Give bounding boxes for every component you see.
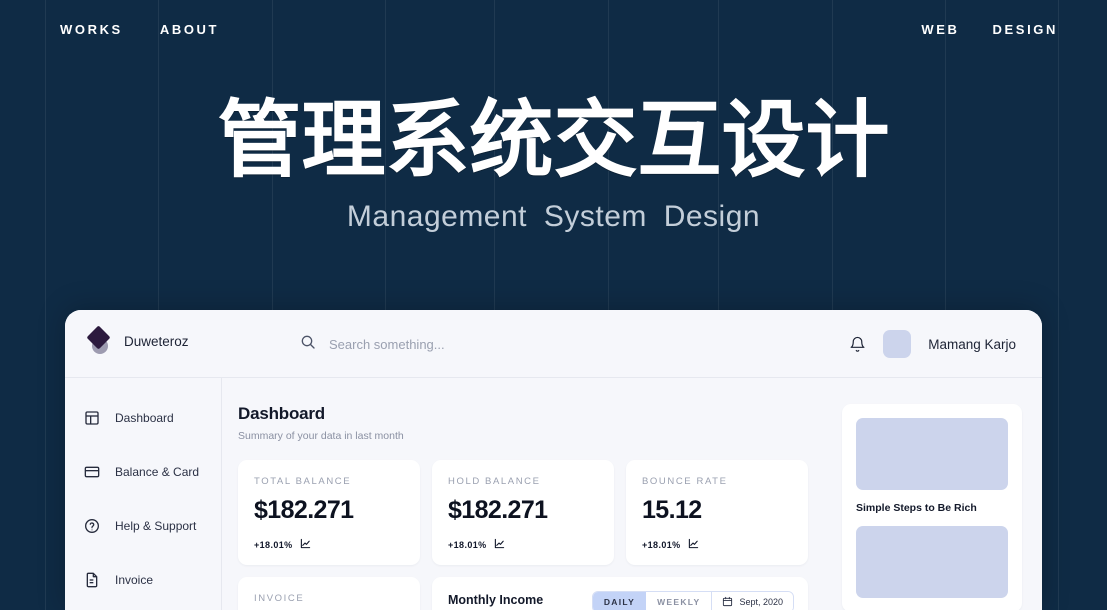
segment-daily[interactable]: DAILY (592, 592, 647, 610)
hero-subtitle-english: Management System Design (346, 200, 761, 233)
search-placeholder: Search something... (329, 337, 445, 352)
invoice-card[interactable]: INVOICE (238, 577, 420, 610)
right-rail: Simple Steps to Be Rich (842, 404, 1022, 610)
brand-name: Duweteroz (124, 333, 189, 349)
stat-label: HOLD BALANCE (448, 476, 541, 487)
article-card[interactable]: Simple Steps to Be Rich (842, 404, 1022, 610)
segment-weekly[interactable]: WEEKLY (646, 592, 712, 610)
stat-delta: +18.01% (254, 536, 420, 554)
monthly-income-card: Monthly Income DAILY WEEKLY Sept, 2020 (432, 577, 808, 610)
image-placeholder (856, 418, 1008, 490)
sidebar-item-label: Balance & Card (115, 465, 200, 479)
invoice-card-label: INVOICE (254, 593, 305, 604)
stat-value: $182.271 (254, 496, 354, 524)
header-actions: Mamang Karjo (849, 330, 1016, 358)
sidebar-item-invoice[interactable]: Invoice (65, 566, 221, 594)
stat-delta-text: +18.01% (448, 540, 487, 550)
sidebar-item-dashboard[interactable]: Dashboard (65, 404, 221, 432)
nav-right-group: WEB DESIGN (921, 0, 1107, 58)
stat-value: $182.271 (448, 496, 548, 524)
avatar[interactable] (883, 330, 912, 358)
date-picker[interactable]: Sept, 2020 (711, 592, 793, 610)
date-picker-value: Sept, 2020 (739, 597, 783, 607)
nav-item-works[interactable]: WORKS (60, 0, 123, 58)
username-label: Mamang Karjo (928, 336, 1016, 352)
stat-card-bounce-rate[interactable]: BOUNCE RATE 15.12 +18.01% (626, 460, 808, 565)
dashboard-header: Duweteroz Search something... Mamang Kar… (65, 310, 1042, 378)
bell-icon[interactable] (849, 336, 866, 353)
sidebar-item-balance-card[interactable]: Balance & Card (65, 458, 221, 486)
stat-delta: +18.01% (642, 536, 808, 554)
income-period-selector: DAILY WEEKLY Sept, 2020 (591, 591, 794, 610)
stat-label: TOTAL BALANCE (254, 476, 352, 487)
main-content: Dashboard Summary of your data in last m… (222, 378, 1042, 610)
nav-item-web[interactable]: WEB (921, 0, 959, 58)
stat-value: 15.12 (642, 496, 702, 524)
document-icon (83, 571, 101, 589)
trend-up-chart-icon (300, 536, 311, 554)
top-navigation: WORKS ABOUT WEB DESIGN (0, 0, 1107, 58)
brand-logo[interactable]: Duweteroz (86, 325, 189, 354)
sidebar-item-label: Help & Support (115, 519, 197, 533)
article-caption: Simple Steps to Be Rich (856, 502, 977, 514)
credit-card-icon (83, 463, 101, 481)
question-circle-icon (83, 517, 101, 535)
stat-delta: +18.01% (448, 536, 614, 554)
dashboard-panel: Duweteroz Search something... Mamang Kar… (65, 310, 1042, 610)
sidebar: Dashboard Balance & Card Help & Support … (65, 378, 222, 610)
trend-up-chart-icon (494, 536, 505, 554)
search-input[interactable]: Search something... (300, 334, 445, 355)
layout-dashboard-icon (83, 409, 101, 427)
nav-item-about[interactable]: ABOUT (160, 0, 219, 58)
calendar-icon (722, 596, 733, 609)
stat-delta-text: +18.01% (642, 540, 681, 550)
stat-label: BOUNCE RATE (642, 476, 728, 487)
diamond-logo-icon (86, 325, 113, 354)
monthly-income-title: Monthly Income (448, 593, 544, 607)
sidebar-item-help-support[interactable]: Help & Support (65, 512, 221, 540)
stat-delta-text: +18.01% (254, 540, 293, 550)
image-placeholder (856, 526, 1008, 598)
dashboard-body: Dashboard Balance & Card Help & Support … (65, 378, 1042, 610)
trend-up-chart-icon (688, 536, 699, 554)
sidebar-item-label: Dashboard (115, 411, 174, 425)
nav-left-group: WORKS ABOUT (0, 0, 219, 58)
stat-card-total-balance[interactable]: TOTAL BALANCE $182.271 +18.01% (238, 460, 420, 565)
search-icon (300, 334, 316, 355)
hero-title-chinese: 管理系统交互设计 (217, 91, 890, 189)
sidebar-item-label: Invoice (115, 573, 154, 587)
stat-card-hold-balance[interactable]: HOLD BALANCE $182.271 +18.01% (432, 460, 614, 565)
page-root: WORKS ABOUT WEB DESIGN 管理系统交互设计 Manageme… (0, 0, 1107, 610)
nav-item-design[interactable]: DESIGN (993, 0, 1058, 58)
